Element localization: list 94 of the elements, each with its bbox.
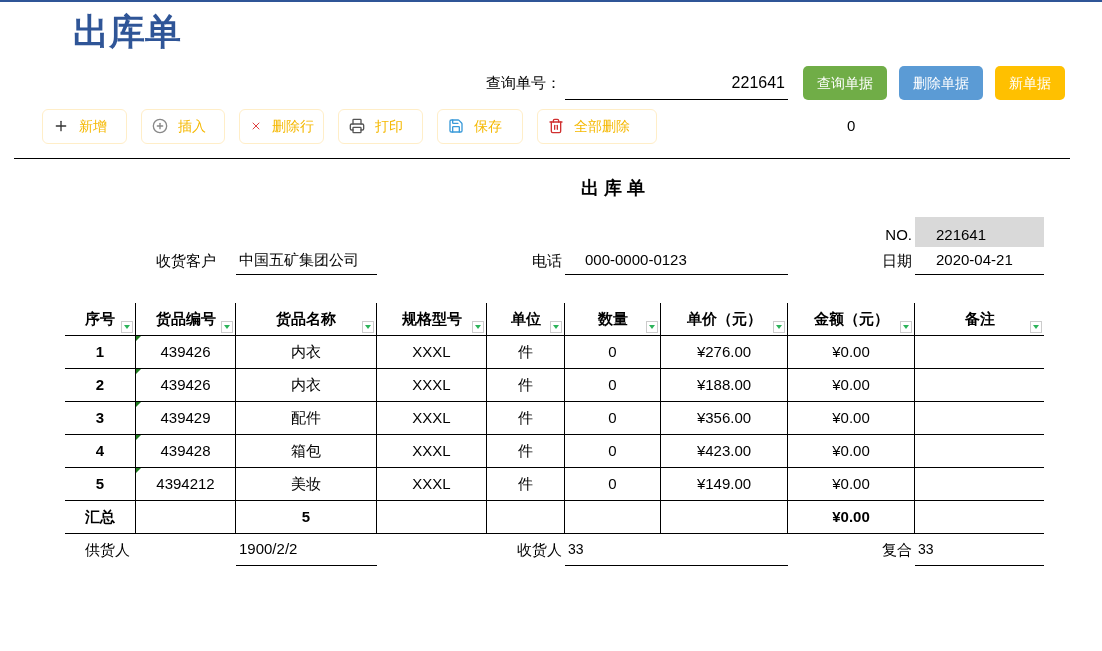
filter-dropdown-icon[interactable] [900,321,912,333]
number-cell: 221641 [915,217,1044,247]
table-cell: XXXL [377,468,487,501]
table-cell: 内衣 [236,369,377,402]
table-cell: 0 [565,369,661,402]
table-cell: ¥423.00 [661,435,788,468]
table-cell: ¥0.00 [788,501,915,534]
filter-dropdown-icon[interactable] [1030,321,1042,333]
customer-label: 收货客户 [155,250,217,271]
table-cell: 件 [487,435,565,468]
checker-field: 33 [915,534,1044,566]
date-label: 日期 [881,250,913,271]
column-header: 单价（元） [661,303,788,336]
table-cell: 5 [236,501,377,534]
table-cell: 439429 [136,402,236,435]
table-cell: 箱包 [236,435,377,468]
table-cell: 美妆 [236,468,377,501]
column-header: 序号 [65,303,136,336]
table-cell: ¥0.00 [788,369,915,402]
date-field: 2020-04-21 [915,248,1044,275]
column-header: 规格型号 [377,303,487,336]
filter-dropdown-icon[interactable] [121,321,133,333]
toolbar-button[interactable]: 打印 [338,108,423,144]
page-title: 出库单 [73,11,181,52]
table-cell: 4 [65,435,136,468]
table-cell: 439426 [136,336,236,369]
toolbar-button[interactable]: 全部删除 [537,108,657,144]
filter-dropdown-icon[interactable] [472,321,484,333]
table-cell: 内衣 [236,336,377,369]
table-cell: 2 [65,369,136,402]
receiver-field: 33 [565,534,788,566]
table-cell: 0 [565,435,661,468]
table-cell: 汇总 [65,501,136,534]
table-cell: XXXL [377,369,487,402]
table-cell: ¥0.00 [788,435,915,468]
toolbar-button[interactable]: 保存 [437,108,523,144]
toolbar-button[interactable]: 插入 [141,108,225,144]
table-cell: 4394212 [136,468,236,501]
action-button[interactable]: 新单据 [995,66,1065,100]
customer-field: 中国五矿集团公司 [236,248,377,275]
sheet-title: 出 库 单 [581,177,645,200]
table-cell: ¥356.00 [661,402,788,435]
table-cell: ¥0.00 [788,336,915,369]
filter-dropdown-icon[interactable] [646,321,658,333]
toolbar-button[interactable]: 新增 [42,108,127,144]
filter-dropdown-icon[interactable] [362,321,374,333]
query-label: 查询单号： [486,72,562,93]
filter-dropdown-icon[interactable] [773,321,785,333]
column-header: 金额（元） [788,303,915,336]
column-header: 备注 [915,303,1044,336]
table-cell: ¥0.00 [788,468,915,501]
close-icon [250,120,262,132]
table-cell: ¥188.00 [661,369,788,402]
action-button[interactable]: 查询单据 [803,66,887,100]
table-cell: 件 [487,468,565,501]
phone-label: 电话 [531,250,563,271]
filter-dropdown-icon[interactable] [221,321,233,333]
table-cell: 439428 [136,435,236,468]
table-cell: 1 [65,336,136,369]
toolbar-button[interactable]: 删除行 [239,108,324,144]
table-cell: XXXL [377,435,487,468]
table-cell: 5 [65,468,136,501]
order-number-field[interactable]: 221641 [565,66,788,100]
phone-field: 000-0000-0123 [565,248,788,275]
column-header: 数量 [565,303,661,336]
table-cell: 件 [487,402,565,435]
table-cell: XXXL [377,402,487,435]
plus-icon [53,118,69,134]
table-cell: ¥149.00 [661,468,788,501]
table-cell: 件 [487,369,565,402]
column-header: 货品名称 [236,303,377,336]
printer-icon [349,118,365,134]
table-cell: 件 [487,336,565,369]
receiver-label: 收货人 [516,539,563,560]
supplier-label: 供货人 [84,539,131,560]
table-cell: 0 [565,336,661,369]
column-header: 单位 [487,303,565,336]
table-cell: ¥0.00 [788,402,915,435]
table-cell: 配件 [236,402,377,435]
checker-label: 复合 [881,539,913,560]
supplier-field: 1900/2/2 [236,534,377,566]
number-label: NO. [884,224,913,245]
table-cell: 3 [65,402,136,435]
filter-dropdown-icon[interactable] [550,321,562,333]
table-cell: ¥276.00 [661,336,788,369]
table-cell: 0 [565,402,661,435]
counter-value: 0 [847,115,856,136]
table-cell: 0 [565,468,661,501]
trash-icon [548,118,564,134]
column-header: 货品编号 [136,303,236,336]
table-cell: XXXL [377,336,487,369]
table-cell: 439426 [136,369,236,402]
circle-plus-icon [152,118,168,134]
action-button[interactable]: 删除单据 [899,66,983,100]
